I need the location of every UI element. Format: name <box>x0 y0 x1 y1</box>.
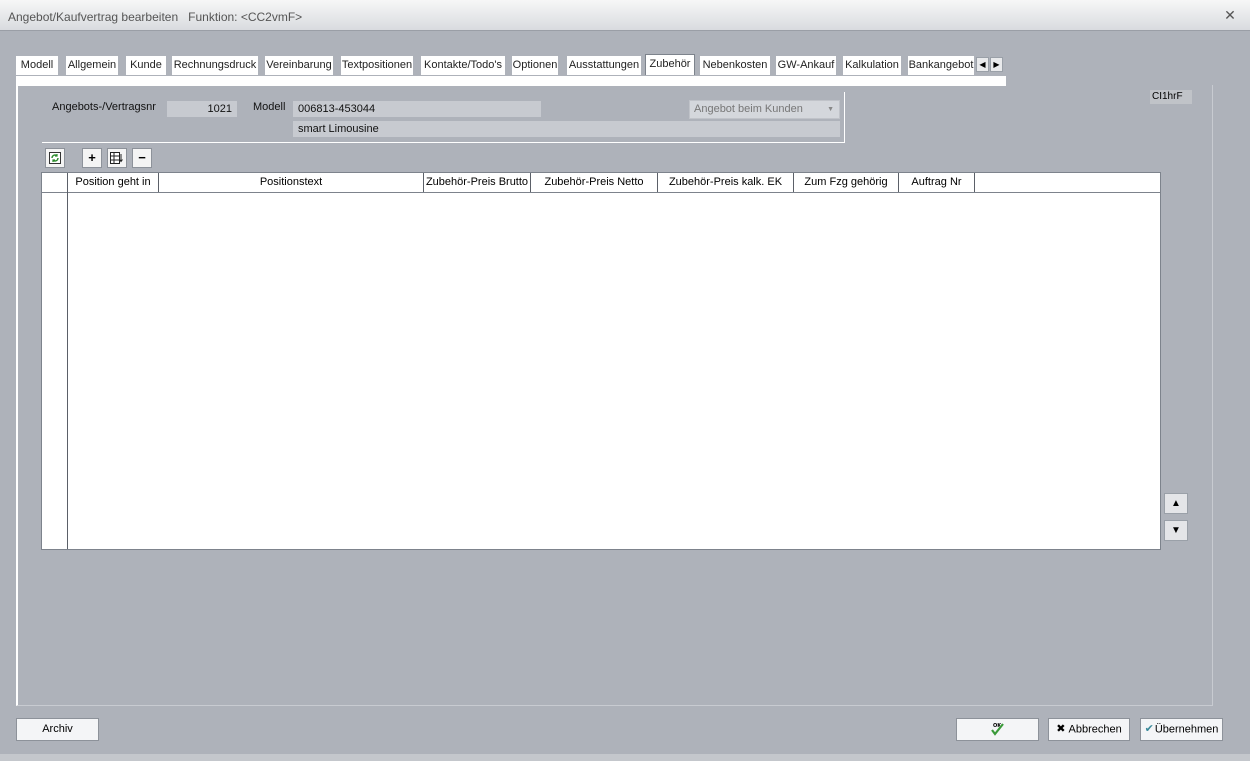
row-indicator-column <box>67 173 68 549</box>
cancel-label: Abbrechen <box>1068 723 1122 736</box>
tab-allgemein[interactable]: Allgemein <box>66 56 118 75</box>
tab-rechnungsdruck[interactable]: Rechnungsdruck <box>172 56 258 75</box>
status-value: Angebot beim Kunden <box>694 103 803 115</box>
edit-rows-button[interactable] <box>107 148 127 168</box>
column-header-zum-fzg-gehoerig[interactable]: Zum Fzg gehörig <box>794 173 899 192</box>
tab-kalkulation[interactable]: Kalkulation <box>843 56 901 75</box>
contract-number-field: 1021 <box>167 101 237 117</box>
window-bottom-border <box>0 754 1250 761</box>
cross-icon: ✖ <box>1056 723 1066 735</box>
minus-icon: − <box>138 150 146 165</box>
apply-label: Übernehmen <box>1154 723 1219 736</box>
ok-button[interactable]: OK <box>956 718 1039 741</box>
model-name-field: smart Limousine <box>293 121 840 137</box>
column-header-auftrag-nr[interactable]: Auftrag Nr <box>899 173 975 192</box>
add-button[interactable]: + <box>82 148 102 168</box>
tab-nebenkosten[interactable]: Nebenkosten <box>700 56 770 75</box>
move-down-button[interactable]: ▼ <box>1164 520 1188 541</box>
tab-vereinbarung[interactable]: Vereinbarung <box>265 56 333 75</box>
chevron-down-icon: ▼ <box>827 106 834 113</box>
tab-modell[interactable]: Modell <box>16 56 58 75</box>
refresh-icon <box>49 152 61 164</box>
archive-button[interactable]: Archiv <box>16 718 99 741</box>
tab-kontakte-todos[interactable]: Kontakte/Todo's <box>421 56 505 75</box>
ok-check-icon: OK <box>990 723 1004 736</box>
check-icon: ✔ <box>1144 723 1154 735</box>
tab-gw-ankauf[interactable]: GW-Ankauf <box>776 56 836 75</box>
refresh-button[interactable] <box>45 148 65 168</box>
apply-button[interactable]: ✔Übernehmen <box>1140 718 1223 741</box>
remove-button[interactable]: − <box>132 148 152 168</box>
row-indicator-header <box>42 173 68 192</box>
title-bar: Angebot/Kaufvertrag bearbeiten Funktion:… <box>0 0 1250 31</box>
tab-textpositionen[interactable]: Textpositionen <box>341 56 413 75</box>
offer-header: Angebots-/Vertragsnr 1021 Modell 006813-… <box>42 92 845 143</box>
tab-scroll-left-icon[interactable]: ◀ <box>976 57 989 72</box>
triangle-up-icon: ▲ <box>1171 498 1181 509</box>
plus-icon: + <box>88 150 96 165</box>
tab-optionen[interactable]: Optionen <box>512 56 558 75</box>
column-header-preis-kalk-ek[interactable]: Zubehör-Preis kalk. EK <box>658 173 794 192</box>
tab-scroll-right-icon[interactable]: ▶ <box>990 57 1003 72</box>
window-title: Angebot/Kaufvertrag bearbeiten Funktion:… <box>8 10 303 24</box>
tab-kunde[interactable]: Kunde <box>126 56 166 75</box>
contract-number-label: Angebots-/Vertragsnr <box>52 101 156 113</box>
status-dropdown[interactable]: Angebot beim Kunden ▼ <box>689 100 840 119</box>
column-header-positionstext[interactable]: Positionstext <box>159 173 424 192</box>
column-header-preis-netto[interactable]: Zubehör-Preis Netto <box>531 173 658 192</box>
accessories-grid[interactable]: Position geht in Positionstext Zubehör-P… <box>41 172 1161 550</box>
triangle-down-icon: ▼ <box>1171 525 1181 536</box>
tab-zubehoer[interactable]: Zubehör <box>645 54 695 75</box>
column-header-position-geht-in[interactable]: Position geht in <box>68 173 159 192</box>
model-label: Modell <box>253 101 286 113</box>
tab-ausstattungen[interactable]: Ausstattungen <box>567 56 641 75</box>
move-up-button[interactable]: ▲ <box>1164 493 1188 514</box>
cancel-button[interactable]: ✖ Abbrechen <box>1048 718 1130 741</box>
tab-strip: Modell Allgemein Kunde Rechnungsdruck Ve… <box>16 54 1006 76</box>
column-header-preis-brutto[interactable]: Zubehör-Preis Brutto <box>424 173 531 192</box>
model-code-field: 006813-453044 <box>293 101 541 117</box>
table-edit-icon <box>110 152 123 164</box>
tab-bankangebot[interactable]: Bankangebot <box>908 56 974 75</box>
grid-header: Position geht in Positionstext Zubehör-P… <box>42 173 1160 193</box>
close-icon[interactable]: ✕ <box>1222 7 1238 23</box>
function-code-label: CI1hrF <box>1150 90 1192 104</box>
